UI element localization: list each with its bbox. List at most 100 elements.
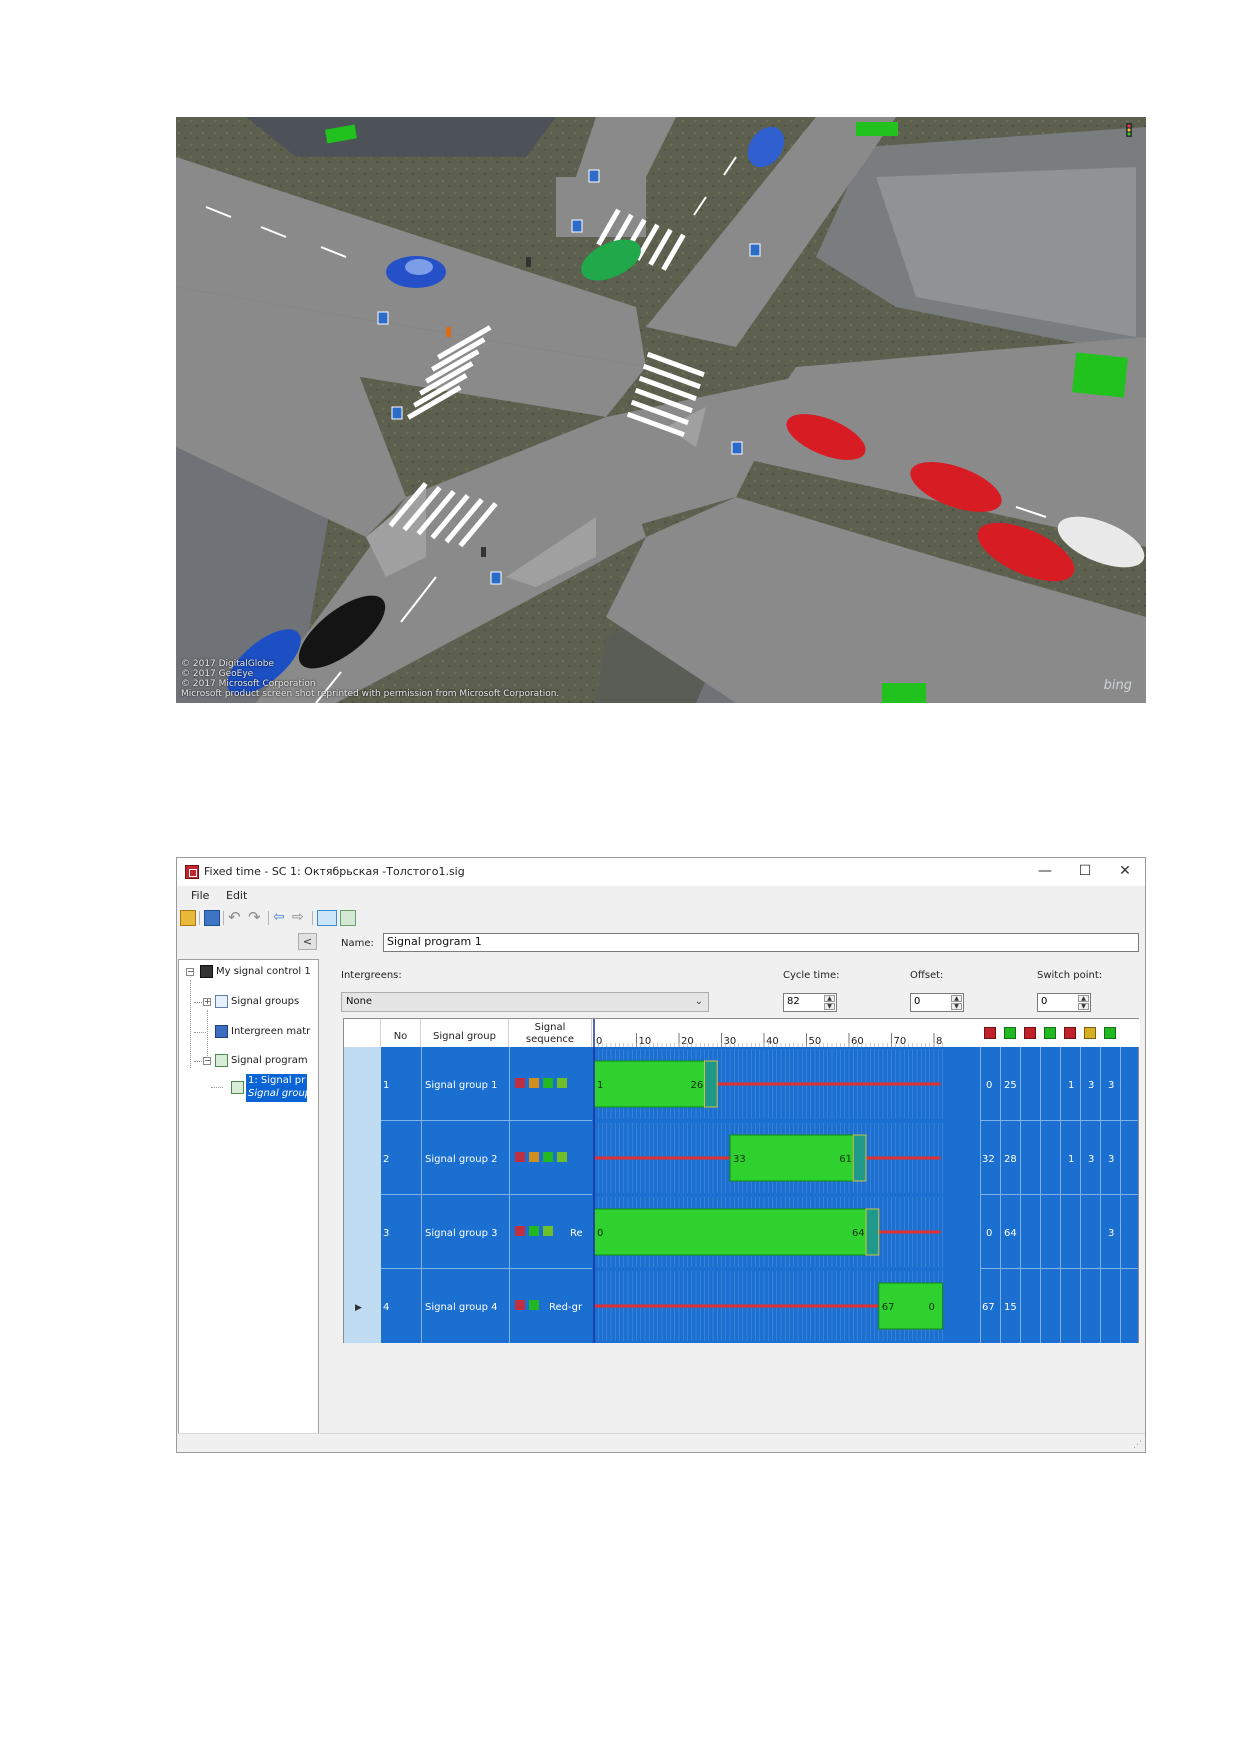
menu-edit[interactable]: Edit: [226, 889, 247, 902]
traffic-light-icon: [1126, 123, 1132, 137]
red-amber-icon: [529, 1078, 539, 1088]
undo-icon[interactable]: ↶: [228, 910, 244, 926]
summary-red: 0: [986, 1228, 993, 1239]
menu-file[interactable]: File: [191, 889, 209, 902]
pedestrian: [481, 547, 486, 557]
name-input[interactable]: Signal program 1: [383, 933, 1139, 952]
green-icon: [543, 1152, 553, 1162]
red-icon: [515, 1078, 525, 1088]
summary-value: 1: [1068, 1154, 1075, 1165]
summary-green: 25: [1004, 1080, 1017, 1091]
row-no: 2: [383, 1154, 390, 1165]
pedestrian-crossing-sign: [571, 219, 583, 233]
green-icon: [529, 1300, 539, 1310]
tree-item-signal-program[interactable]: Signal program: [231, 1055, 308, 1066]
navigation-tree: − My signal control 1 + Signal groups In…: [178, 959, 319, 1450]
signal-timeline[interactable]: 0 10 20 30 40 50 60 70 81 2633 610 6467 0: [592, 1019, 980, 1343]
red-icon: [984, 1027, 996, 1039]
step-down-icon[interactable]: ▼: [824, 1003, 835, 1010]
traffic-light-icon: [200, 965, 213, 978]
sequence-text: Re: [570, 1228, 583, 1239]
green-flash-icon: [1104, 1027, 1116, 1039]
column-header-signal-group[interactable]: Signal group: [421, 1019, 509, 1047]
expand-toggle[interactable]: +: [203, 998, 211, 1006]
signal-program-icon: [231, 1081, 244, 1094]
column-header-summary: [980, 1019, 1140, 1047]
red-icon: [515, 1300, 525, 1310]
phase-start-label: 67: [882, 1302, 895, 1313]
fixed-time-window: Fixed time - SC 1: Октябрьская -Толстого…: [176, 857, 1146, 1453]
summary-value: 3: [1108, 1080, 1115, 1091]
close-button[interactable]: ✕: [1105, 858, 1145, 886]
toolbar: ↶ ↷ ⇦ ⇨: [177, 906, 1145, 930]
summary-value: 1: [1068, 1080, 1075, 1091]
tree-item-intergreen-matrix[interactable]: Intergreen matr: [231, 1026, 310, 1037]
pedestrian-crossing-sign: [377, 311, 389, 325]
cycle-time-stepper[interactable]: 82 ▲ ▼: [783, 993, 837, 1012]
collapse-toggle[interactable]: −: [203, 1057, 211, 1065]
back-icon[interactable]: ⇦: [273, 910, 289, 926]
phase-start-label: 1: [597, 1080, 603, 1091]
green-icon: [1044, 1027, 1056, 1039]
row-signal-group[interactable]: Signal group 4: [425, 1302, 497, 1313]
collapse-toggle[interactable]: −: [186, 968, 194, 976]
step-up-icon[interactable]: ▲: [1078, 995, 1089, 1002]
row-signal-group[interactable]: Signal group 2: [425, 1154, 497, 1165]
detector-zone: [856, 122, 898, 136]
offset-stepper[interactable]: 0 ▲ ▼: [910, 993, 964, 1012]
pedestrian-crossing-sign: [731, 441, 743, 455]
amber-phase-bar: [704, 1060, 718, 1108]
amber-icon: [1084, 1027, 1096, 1039]
red-icon: [515, 1226, 525, 1236]
row-signal-group[interactable]: Signal group 3: [425, 1228, 497, 1239]
intersection-simulation-view: © 2017 DigitalGlobe © 2017 GeoEye © 2017…: [176, 117, 1146, 703]
resize-grip-icon[interactable]: ⋰: [1133, 1440, 1142, 1450]
tree-item-selected[interactable]: 1: Signal pr Signal group: [246, 1074, 311, 1102]
view-program-icon[interactable]: [340, 910, 356, 926]
green-phase-bar: [593, 1208, 867, 1256]
red-amber-icon: [529, 1152, 539, 1162]
minimize-button[interactable]: —: [1025, 858, 1065, 886]
pedestrian: [526, 257, 531, 267]
name-label: Name:: [341, 938, 374, 949]
summary-green: 64: [1004, 1228, 1017, 1239]
save-icon[interactable]: [204, 910, 220, 926]
summary-green: 15: [1004, 1302, 1017, 1313]
maximize-button[interactable]: ☐: [1065, 858, 1105, 886]
view-signal-groups-icon[interactable]: [317, 910, 337, 926]
pedestrian-crossing-sign: [749, 243, 761, 257]
green-phase-bar: [729, 1134, 854, 1182]
car-blue: [386, 256, 446, 288]
summary-red: 0: [986, 1080, 993, 1091]
step-down-icon[interactable]: ▼: [1078, 1003, 1089, 1010]
forward-icon[interactable]: ⇨: [292, 910, 308, 926]
summary-green: 28: [1004, 1154, 1017, 1165]
amber-phase-bar: [852, 1134, 867, 1182]
current-row-marker: ▶: [355, 1303, 362, 1313]
menu-bar: File Edit: [177, 886, 1145, 906]
exit-icon[interactable]: [180, 910, 196, 926]
step-up-icon[interactable]: ▲: [951, 995, 962, 1002]
tree-item-signal-groups[interactable]: Signal groups: [231, 996, 299, 1007]
amber-icon: [543, 1226, 553, 1236]
row-no: 1: [383, 1080, 390, 1091]
step-up-icon[interactable]: ▲: [824, 995, 835, 1002]
phase-end-label: 64: [852, 1228, 865, 1239]
row-signal-group[interactable]: Signal group 1: [425, 1080, 497, 1091]
amber-phase-bar: [865, 1208, 880, 1256]
red-amber-icon: [1064, 1027, 1076, 1039]
switch-point-stepper[interactable]: 0 ▲ ▼: [1037, 993, 1091, 1012]
detector-zone: [882, 683, 926, 703]
phase-end-label: 0: [929, 1302, 935, 1313]
column-header-no[interactable]: No: [381, 1019, 421, 1047]
phase-end-label: 26: [691, 1080, 704, 1091]
detector-zone: [1072, 352, 1128, 398]
intergreens-select[interactable]: None ⌄: [341, 992, 709, 1012]
tree-root[interactable]: My signal control 1: [216, 966, 311, 977]
column-header-signal-sequence[interactable]: Signal sequence: [509, 1019, 592, 1047]
row-selector-column: [344, 1047, 381, 1343]
redo-icon[interactable]: ↷: [248, 910, 264, 926]
step-down-icon[interactable]: ▼: [951, 1003, 962, 1010]
collapse-panel-button[interactable]: <: [298, 933, 317, 950]
cycle-time-label: Cycle time:: [783, 970, 840, 981]
